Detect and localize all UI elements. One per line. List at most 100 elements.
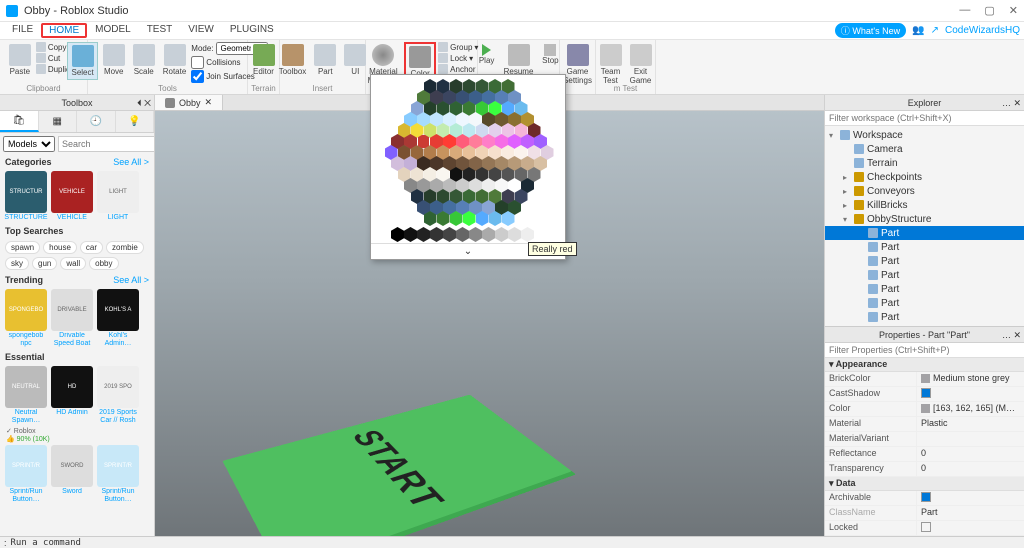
asset-card[interactable]: STRUCTURSTRUCTURE [5, 171, 47, 222]
color-swatch[interactable] [430, 227, 443, 242]
minimize-button[interactable]: — [959, 4, 970, 17]
property-row[interactable]: MaterialPlastic [825, 417, 1024, 432]
property-row[interactable]: MaterialVariant [825, 432, 1024, 447]
whats-new-button[interactable]: ⓘ What's New [835, 23, 906, 38]
asset-card[interactable]: SPRINT/RSprint/Run Button… [97, 445, 139, 504]
search-tag[interactable]: obby [89, 257, 118, 270]
move-button[interactable]: Move [100, 42, 128, 78]
property-row[interactable]: ClassNamePart [825, 506, 1024, 521]
asset-card[interactable]: LIGHTLIGHT [97, 171, 139, 222]
close-button[interactable]: ✕ [1009, 4, 1018, 17]
tree-node[interactable]: Part [825, 296, 1024, 310]
color-swatch[interactable] [534, 227, 547, 242]
anchor-button[interactable]: Anchor [438, 64, 478, 74]
play-button[interactable]: Play [475, 42, 499, 67]
tree-node[interactable]: ▾ObbyStructure [825, 212, 1024, 226]
paste-button[interactable]: Paste [6, 42, 34, 78]
tree-node[interactable]: ▾Workspace [825, 128, 1024, 142]
properties-close-icon[interactable]: … ✕ [1002, 327, 1021, 343]
asset-card[interactable]: DRIVABLEDrivable Speed Boat [51, 289, 93, 348]
menu-plugins[interactable]: PLUGINS [222, 23, 282, 38]
tree-node[interactable]: Part [825, 254, 1024, 268]
toolbox-tab-recent[interactable]: 🕘 [77, 111, 116, 132]
search-tag[interactable]: gun [32, 257, 57, 270]
search-tag[interactable]: zombie [106, 241, 144, 254]
tree-node[interactable]: Part [825, 310, 1024, 324]
color-swatch[interactable] [469, 227, 482, 242]
part-button[interactable]: Part [311, 42, 339, 78]
menu-view[interactable]: VIEW [180, 23, 222, 38]
asset-card[interactable]: 2019 SPO2019 Sports Car // Rosh [97, 366, 139, 425]
color-swatch[interactable] [508, 227, 521, 242]
toolbox-search-input[interactable] [58, 136, 155, 152]
lock-button[interactable]: Lock ▾ [438, 53, 478, 63]
stop-button[interactable]: Stop [538, 42, 562, 67]
property-section[interactable]: ▾ Data [825, 477, 1024, 491]
explorer-filter-input[interactable] [825, 111, 1024, 126]
color-swatch[interactable] [495, 227, 508, 242]
asset-card[interactable]: KOHL'S AKohl's Admin… [97, 289, 139, 348]
select-button[interactable]: Select [67, 42, 97, 80]
tree-node[interactable]: Terrain [825, 156, 1024, 170]
terrain-editor-button[interactable]: Editor [250, 42, 278, 78]
menu-file[interactable]: FILE [4, 23, 41, 38]
search-tag[interactable]: house [43, 241, 77, 254]
group-button[interactable]: Group ▾ [438, 42, 478, 52]
toolbox-tab-creations[interactable]: 💡 [116, 111, 155, 132]
search-tag[interactable]: wall [60, 257, 86, 270]
command-input[interactable]: Run a command [11, 538, 81, 548]
toolbox-tab-inventory[interactable]: ▦ [39, 111, 78, 132]
toolbox-tab-marketplace[interactable]: 🛍 [0, 111, 39, 132]
property-row[interactable]: Color[163, 162, 165] (Medium sto… [825, 402, 1024, 417]
color-swatch[interactable] [443, 227, 456, 242]
color-swatch[interactable] [482, 227, 495, 242]
menu-test[interactable]: TEST [139, 23, 181, 38]
search-tag[interactable]: spawn [5, 241, 40, 254]
color-swatch[interactable] [456, 227, 469, 242]
search-tag[interactable]: sky [5, 257, 29, 270]
menu-model[interactable]: MODEL [87, 23, 139, 38]
asset-card[interactable]: SPRINT/RSprint/Run Button… [5, 445, 47, 504]
maximize-button[interactable]: ▢ [984, 4, 994, 17]
tree-node[interactable]: Part [825, 226, 1024, 240]
property-row[interactable]: CastShadow [825, 387, 1024, 402]
asset-card[interactable]: NEUTRAL Neutral Spawn… [5, 366, 47, 425]
tree-node[interactable]: Part [825, 268, 1024, 282]
rotate-button[interactable]: Rotate [160, 42, 190, 78]
property-row[interactable]: Archivable [825, 491, 1024, 506]
property-row[interactable]: BrickColorMedium stone grey [825, 372, 1024, 387]
collab-icon[interactable]: 👥 [912, 25, 924, 36]
menu-home[interactable]: HOME [41, 23, 87, 38]
tree-node[interactable]: Part [825, 240, 1024, 254]
scene-tab[interactable]: Obby✕ [155, 95, 223, 110]
property-row[interactable]: Reflectance0 [825, 447, 1024, 462]
tab-close-icon[interactable]: ✕ [205, 97, 213, 108]
property-row[interactable]: Transparency0 [825, 462, 1024, 477]
share-icon[interactable]: ↗ [931, 25, 939, 36]
toolbox-category-select[interactable]: Models [3, 136, 55, 152]
property-section[interactable]: ▾ Appearance [825, 358, 1024, 372]
user-label[interactable]: CodeWizardsHQ [945, 25, 1020, 36]
asset-card[interactable]: SWORDSword [51, 445, 93, 504]
search-tag[interactable]: car [80, 241, 103, 254]
asset-card[interactable]: VEHICLEVEHICLE [51, 171, 93, 222]
toolbox-button[interactable]: Toolbox [276, 42, 310, 78]
team-test-button[interactable]: Team Test [597, 42, 625, 87]
explorer-close-icon[interactable]: … ✕ [1002, 95, 1021, 111]
color-swatch[interactable] [521, 227, 534, 242]
property-row[interactable]: Locked [825, 521, 1024, 536]
categories-seeall[interactable]: See All > [113, 157, 149, 167]
color-swatch[interactable] [391, 227, 404, 242]
color-swatch[interactable] [417, 227, 430, 242]
tree-node[interactable]: ▸Conveyors [825, 184, 1024, 198]
tree-node[interactable]: ▸Checkpoints [825, 170, 1024, 184]
scale-button[interactable]: Scale [130, 42, 158, 78]
color-swatch[interactable] [404, 227, 417, 242]
toolbox-close-icon[interactable]: ⏴ ✕ [137, 95, 151, 111]
resume-button[interactable]: Resume [501, 42, 537, 78]
asset-card[interactable]: HDHD Admin [51, 366, 93, 425]
exit-game-button[interactable]: Exit Game [627, 42, 655, 87]
tree-node[interactable]: Part [825, 282, 1024, 296]
trending-seeall[interactable]: See All > [113, 275, 149, 285]
tree-node[interactable]: Camera [825, 142, 1024, 156]
